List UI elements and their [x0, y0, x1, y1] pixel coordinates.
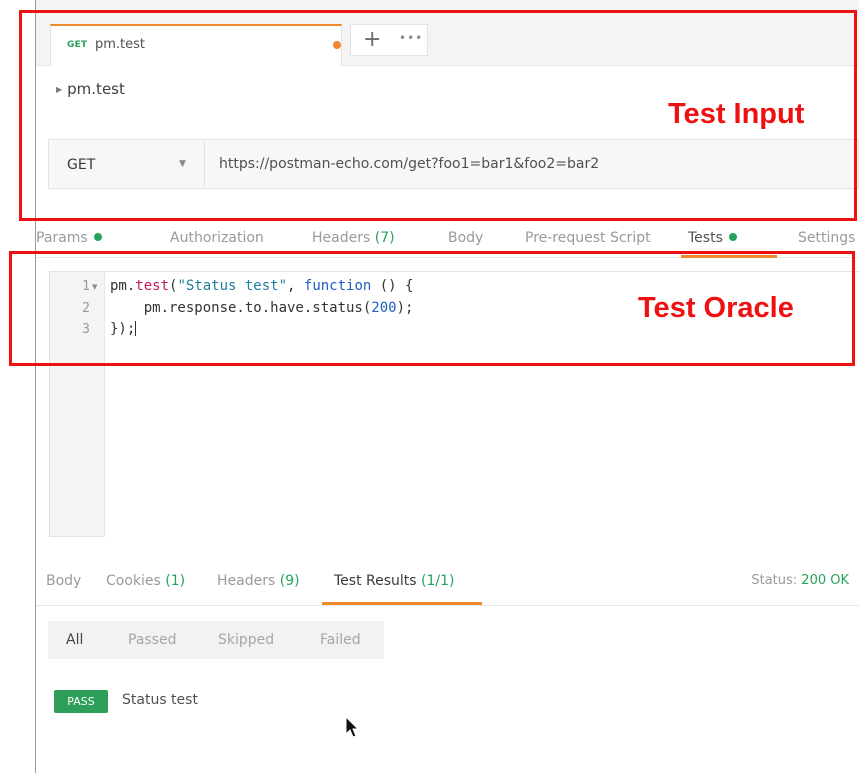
tab-tests-label: Tests — [688, 230, 723, 246]
filter-skipped[interactable]: Skipped — [218, 632, 274, 648]
pass-badge: PASS — [54, 690, 108, 713]
response-tab-cookies-count: (1) — [165, 573, 186, 589]
tab-body[interactable]: Body — [448, 230, 483, 246]
response-tab-test-results[interactable]: Test Results (1/1) — [334, 573, 455, 589]
response-tab-headers-count: (9) — [279, 573, 300, 589]
tab-pre-request-script[interactable]: Pre-request Script — [525, 230, 651, 246]
mouse-pointer-icon — [345, 716, 360, 738]
test-results-underline — [322, 602, 482, 605]
test-input-label: Test Input — [668, 98, 805, 130]
results-filter: All Passed Skipped Failed — [48, 621, 384, 659]
response-tab-headers-label: Headers — [217, 573, 276, 589]
tab-params-label: Params — [36, 230, 88, 246]
tab-pre-request-script-label: Pre-request Script — [525, 230, 651, 246]
response-tab-test-results-count: (1/1) — [421, 573, 455, 589]
filter-failed[interactable]: Failed — [320, 632, 361, 648]
test-result-name: Status test — [122, 692, 198, 708]
response-tab-body[interactable]: Body — [46, 573, 81, 589]
tab-body-label: Body — [448, 230, 484, 246]
tab-headers-label: Headers — [312, 230, 371, 246]
response-tab-test-results-label: Test Results — [334, 573, 417, 589]
response-tab-cookies-label: Cookies — [106, 573, 161, 589]
response-status: Status: 200 OK — [751, 573, 849, 588]
status-value: 200 OK — [801, 573, 849, 588]
tab-authorization-label: Authorization — [170, 230, 264, 246]
status-label: Status: — [751, 573, 798, 588]
tab-tests[interactable]: Tests — [688, 230, 737, 246]
tab-authorization[interactable]: Authorization — [170, 230, 264, 246]
response-tabs: Body Cookies (1) Headers (9) Test Result… — [36, 568, 859, 606]
filter-all[interactable]: All — [66, 632, 83, 648]
tab-settings[interactable]: Settings — [798, 230, 855, 246]
tab-headers[interactable]: Headers (7) — [312, 230, 395, 246]
test-oracle-label: Test Oracle — [638, 292, 794, 324]
tab-settings-label: Settings — [798, 230, 856, 246]
response-tab-body-label: Body — [46, 573, 82, 589]
tab-params[interactable]: Params — [36, 230, 102, 246]
tab-headers-count: (7) — [374, 230, 395, 246]
response-tab-headers[interactable]: Headers (9) — [217, 573, 300, 589]
tests-indicator-dot-icon — [728, 233, 737, 241]
filter-passed[interactable]: Passed — [128, 632, 176, 648]
params-indicator-dot-icon — [93, 233, 102, 241]
response-tab-cookies[interactable]: Cookies (1) — [106, 573, 185, 589]
